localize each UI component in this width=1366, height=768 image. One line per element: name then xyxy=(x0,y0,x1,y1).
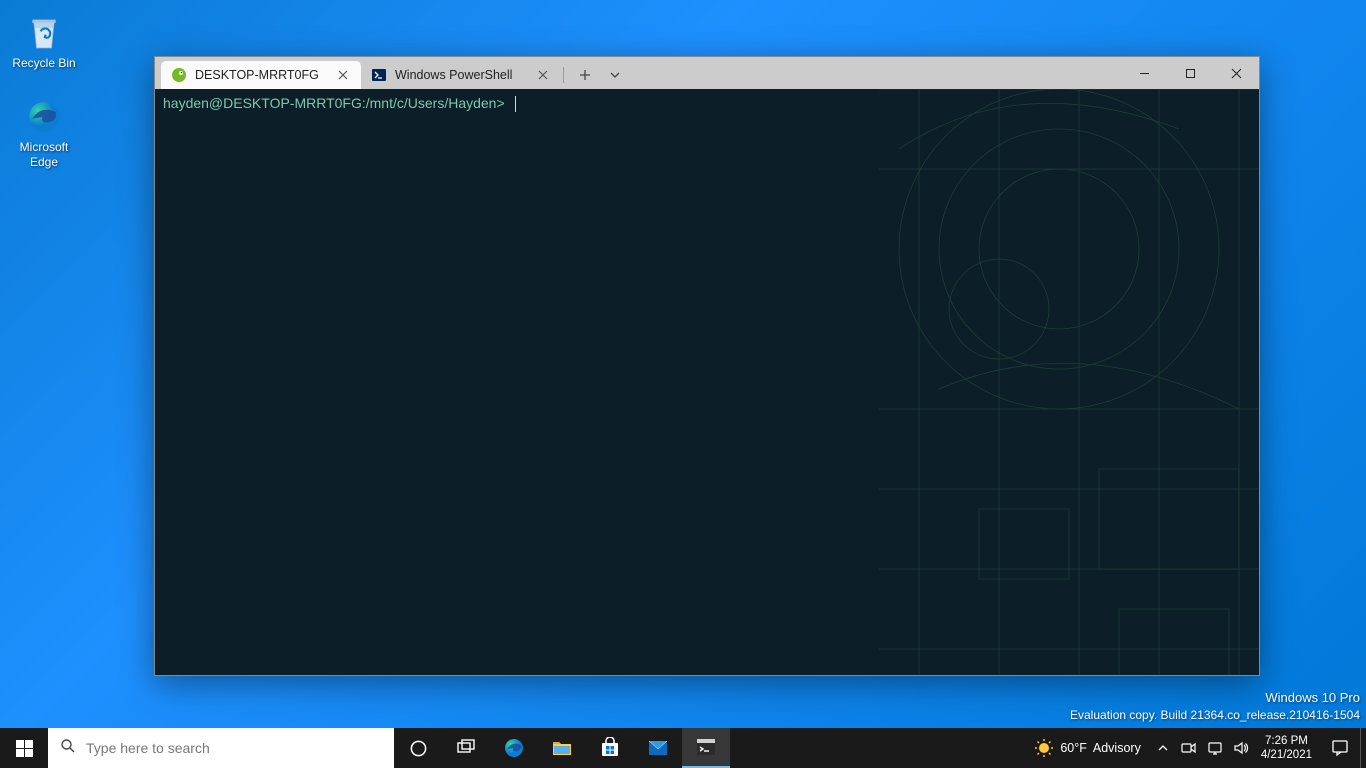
volume-icon xyxy=(1233,740,1249,756)
weather-temp: 60°F xyxy=(1060,741,1087,755)
clock-time: 7:26 PM xyxy=(1265,734,1308,748)
watermark-edition: Windows 10 Pro xyxy=(1070,689,1360,707)
opensuse-icon xyxy=(171,67,187,83)
cortana-button[interactable] xyxy=(394,728,442,768)
tab-title: Windows PowerShell xyxy=(395,68,527,82)
taskbar-app-mail[interactable] xyxy=(634,728,682,768)
taskbar-spacer xyxy=(730,728,1024,768)
terminal-body[interactable]: hayden@DESKTOP-MRRT0FG:/mnt/c/Users/Hayd… xyxy=(155,89,1259,675)
window-controls xyxy=(1121,57,1259,89)
file-explorer-icon xyxy=(551,737,573,759)
desktop-icon-label: Recycle Bin xyxy=(12,56,75,70)
sun-icon xyxy=(1034,738,1054,758)
tab-divider xyxy=(563,67,564,83)
terminal-background-art xyxy=(819,89,1259,675)
edge-icon xyxy=(502,736,526,760)
cursor xyxy=(515,96,516,112)
taskbar-app-explorer[interactable] xyxy=(538,728,586,768)
watermark-build: Evaluation copy. Build 21364.co_release.… xyxy=(1070,707,1360,724)
new-tab-button[interactable] xyxy=(570,61,600,89)
notification-icon xyxy=(1331,739,1349,757)
weather-condition: Advisory xyxy=(1093,741,1141,755)
tab-powershell[interactable]: Windows PowerShell xyxy=(361,61,561,89)
store-icon xyxy=(599,737,621,759)
title-bar[interactable]: DESKTOP-MRRT0FG Windows PowerShell xyxy=(155,57,1259,89)
tab-actions xyxy=(566,61,634,89)
tray-network[interactable] xyxy=(1203,728,1227,768)
close-button[interactable] xyxy=(1213,57,1259,89)
cortana-icon xyxy=(409,739,428,758)
tab-close-button[interactable] xyxy=(335,67,351,83)
taskbar-app-terminal[interactable] xyxy=(682,728,730,768)
desktop-icon-label: Microsoft Edge xyxy=(20,140,69,169)
task-view-icon xyxy=(456,738,476,758)
tab-title: DESKTOP-MRRT0FG xyxy=(195,68,327,82)
clock-date: 4/21/2021 xyxy=(1261,748,1312,762)
search-placeholder: Type here to search xyxy=(86,740,210,756)
search-box[interactable]: Type here to search xyxy=(48,728,394,768)
prompt: hayden@DESKTOP-MRRT0FG:/mnt/c/Users/Hayd… xyxy=(163,95,505,111)
terminal-window: DESKTOP-MRRT0FG Windows PowerShell xyxy=(154,56,1260,676)
taskbar-app-store[interactable] xyxy=(586,728,634,768)
tab-close-button[interactable] xyxy=(535,67,551,83)
chevron-up-icon xyxy=(1157,742,1169,754)
terminal-icon xyxy=(695,736,717,758)
taskbar-clock[interactable]: 7:26 PM 4/21/2021 xyxy=(1253,728,1320,768)
desktop-icon-recycle-bin[interactable]: Recycle Bin xyxy=(4,8,84,74)
maximize-button[interactable] xyxy=(1167,57,1213,89)
search-icon xyxy=(60,738,76,759)
show-desktop-button[interactable] xyxy=(1360,728,1366,768)
terminal-output: hayden@DESKTOP-MRRT0FG:/mnt/c/Users/Hayd… xyxy=(155,89,1259,118)
task-view-button[interactable] xyxy=(442,728,490,768)
desktop-icon-edge[interactable]: Microsoft Edge xyxy=(4,92,84,173)
windows-logo-icon xyxy=(16,740,33,757)
start-button[interactable] xyxy=(0,728,48,768)
mail-icon xyxy=(646,736,670,760)
tray-overflow-button[interactable] xyxy=(1151,728,1175,768)
taskbar-app-edge[interactable] xyxy=(490,728,538,768)
edge-icon xyxy=(23,96,65,138)
taskbar: Type here to search xyxy=(0,728,1366,768)
minimize-button[interactable] xyxy=(1121,57,1167,89)
taskbar-pinned xyxy=(394,728,730,768)
system-tray xyxy=(1151,728,1253,768)
tray-meet-now[interactable] xyxy=(1177,728,1201,768)
weather-widget[interactable]: 60°F Advisory xyxy=(1024,728,1150,768)
network-icon xyxy=(1207,740,1223,756)
recycle-bin-icon xyxy=(23,12,65,54)
meet-now-icon xyxy=(1181,740,1197,756)
tab-strip: DESKTOP-MRRT0FG Windows PowerShell xyxy=(155,57,1121,89)
desktop-icons: Recycle Bin Microsoft Edge xyxy=(4,8,84,173)
tab-dropdown-button[interactable] xyxy=(600,61,630,89)
windows-watermark: Windows 10 Pro Evaluation copy. Build 21… xyxy=(1070,689,1360,724)
powershell-icon xyxy=(371,67,387,83)
tab-opensuse[interactable]: DESKTOP-MRRT0FG xyxy=(161,61,361,89)
action-center-button[interactable] xyxy=(1320,728,1360,768)
tray-volume[interactable] xyxy=(1229,728,1253,768)
